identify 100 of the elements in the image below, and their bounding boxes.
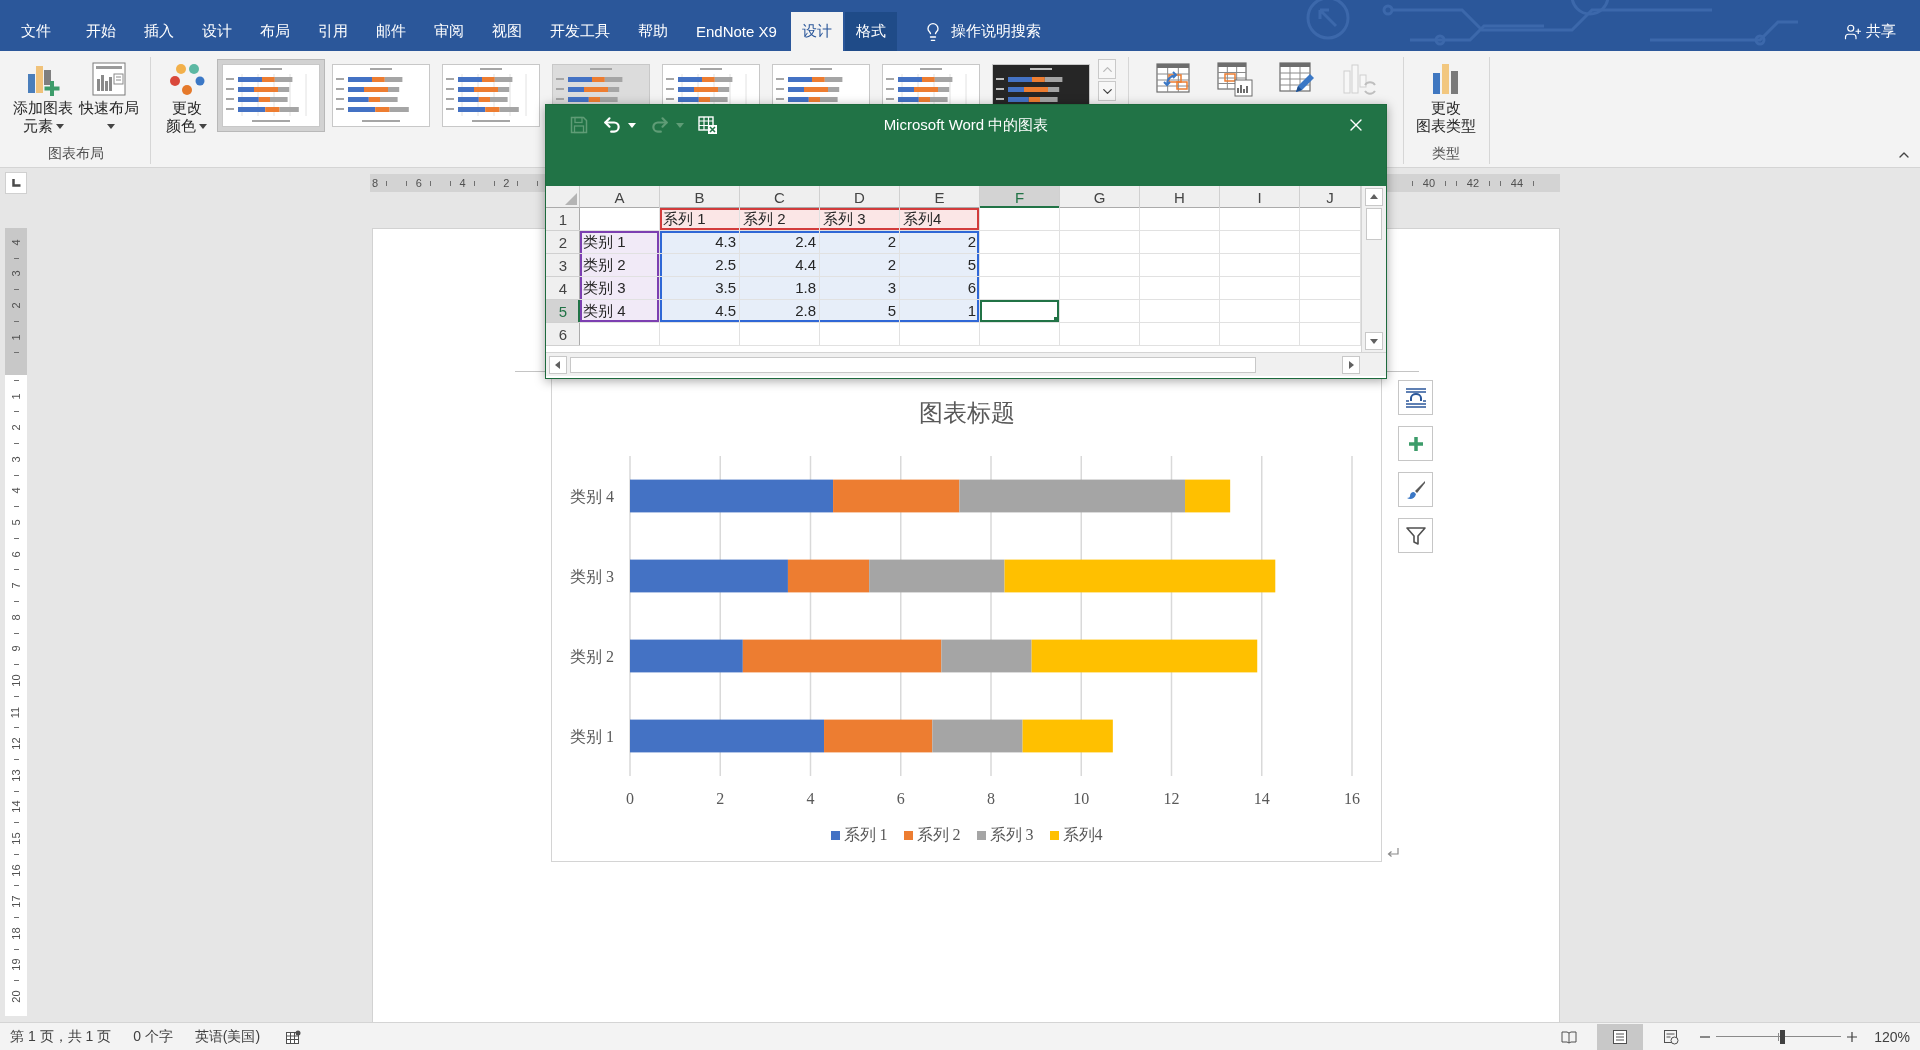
ribbon-tab[interactable]: 引用: [304, 12, 362, 51]
spreadsheet-cell[interactable]: 3: [820, 277, 900, 300]
row-header[interactable]: 3: [546, 254, 580, 277]
spreadsheet-cell[interactable]: 2.5: [660, 254, 740, 277]
scroll-right-button[interactable]: [1342, 355, 1360, 374]
spreadsheet-cell[interactable]: 系列 3: [820, 208, 900, 231]
spreadsheet-cell[interactable]: [1060, 231, 1140, 254]
spreadsheet-cell[interactable]: 5: [820, 300, 900, 323]
row-header[interactable]: 2: [546, 231, 580, 254]
undo-button[interactable]: [602, 115, 636, 135]
gallery-scroll-down-button[interactable]: [1098, 81, 1116, 101]
spreadsheet-cell[interactable]: [580, 208, 660, 231]
column-header[interactable]: D: [820, 186, 900, 208]
spreadsheet-cell[interactable]: [1140, 231, 1220, 254]
spreadsheet-cell[interactable]: [740, 323, 820, 346]
chart-styles-button[interactable]: [1398, 472, 1433, 507]
column-header[interactable]: J: [1300, 186, 1361, 208]
spreadsheet-cell[interactable]: [980, 231, 1060, 254]
spreadsheet-cell[interactable]: [980, 254, 1060, 277]
change-chart-type-button[interactable]: 更改 图表类型: [1413, 61, 1479, 135]
spreadsheet-cell[interactable]: 类别 1: [580, 231, 660, 254]
quick-layout-button[interactable]: 快速布局: [76, 61, 142, 135]
spreadsheet-cell[interactable]: [900, 323, 980, 346]
spreadsheet-cell[interactable]: 类别 4: [580, 300, 660, 323]
spreadsheet-cell[interactable]: [1220, 323, 1300, 346]
spreadsheet-cell[interactable]: 3.5: [660, 277, 740, 300]
spreadsheet-cell[interactable]: 4.3: [660, 231, 740, 254]
spreadsheet-cell[interactable]: [1060, 208, 1140, 231]
add-chart-element-button[interactable]: 添加图表 元素: [10, 61, 76, 135]
chart-elements-button[interactable]: [1398, 426, 1433, 461]
spreadsheet-cell[interactable]: [1300, 208, 1361, 231]
spreadsheet-cell[interactable]: [1220, 300, 1300, 323]
active-cell[interactable]: [980, 300, 1060, 323]
column-header[interactable]: E: [900, 186, 980, 208]
ribbon-tab[interactable]: 视图: [478, 12, 536, 51]
column-header[interactable]: I: [1220, 186, 1300, 208]
zoom-level[interactable]: 120%: [1874, 1028, 1910, 1045]
column-header[interactable]: A: [580, 186, 660, 208]
spreadsheet-cell[interactable]: 5: [900, 254, 980, 277]
ribbon-tab[interactable]: EndNote X9: [682, 12, 791, 51]
spreadsheet-cell[interactable]: 类别 3: [580, 277, 660, 300]
spreadsheet-cell[interactable]: 系列 2: [740, 208, 820, 231]
spreadsheet-cell[interactable]: 系列4: [900, 208, 980, 231]
spreadsheet-cell[interactable]: [1140, 208, 1220, 231]
spreadsheet-cell[interactable]: [1140, 300, 1220, 323]
spreadsheet-cell[interactable]: 1: [900, 300, 980, 323]
spreadsheet-cell[interactable]: [820, 323, 900, 346]
ribbon-tab[interactable]: 格式: [844, 12, 897, 51]
spreadsheet-cell[interactable]: 系列 1: [660, 208, 740, 231]
tell-me-search-button[interactable]: 操作说明搜索: [922, 12, 1041, 51]
column-header[interactable]: H: [1140, 186, 1220, 208]
vertical-scrollbar[interactable]: [1361, 186, 1386, 352]
spreadsheet-cell[interactable]: [1060, 254, 1140, 277]
spreadsheet-cell[interactable]: [1220, 277, 1300, 300]
spreadsheet-cell[interactable]: [660, 323, 740, 346]
column-header[interactable]: G: [1060, 186, 1140, 208]
spreadsheet-cell[interactable]: 1.8: [740, 277, 820, 300]
ribbon-tab[interactable]: 布局: [246, 12, 304, 51]
spreadsheet-cell[interactable]: [1300, 231, 1361, 254]
spreadsheet-cell[interactable]: 类别 2: [580, 254, 660, 277]
spreadsheet-cell[interactable]: [980, 208, 1060, 231]
ribbon-tab[interactable]: 邮件: [362, 12, 420, 51]
spreadsheet-cell[interactable]: [1060, 323, 1140, 346]
spreadsheet-cell[interactable]: [1140, 277, 1220, 300]
macro-button[interactable]: [286, 1029, 302, 1044]
scroll-up-button[interactable]: [1365, 188, 1383, 206]
spreadsheet-cell[interactable]: [580, 323, 660, 346]
spreadsheet-cell[interactable]: 2.8: [740, 300, 820, 323]
change-colors-button[interactable]: 更改 颜色: [163, 61, 210, 135]
spreadsheet-cell[interactable]: [1140, 254, 1220, 277]
spreadsheet-cell[interactable]: 6: [900, 277, 980, 300]
zoom-in-button[interactable]: [1846, 1030, 1859, 1043]
spreadsheet-cell[interactable]: [980, 323, 1060, 346]
spreadsheet-cell[interactable]: [1060, 277, 1140, 300]
scrollbar-thumb[interactable]: [1366, 208, 1382, 240]
spreadsheet-cell[interactable]: 2: [820, 231, 900, 254]
spreadsheet-cell[interactable]: [1300, 300, 1361, 323]
spreadsheet-cell[interactable]: [1220, 254, 1300, 277]
scroll-down-button[interactable]: [1365, 332, 1383, 350]
ribbon-tab[interactable]: 帮助: [624, 12, 682, 51]
row-header[interactable]: 6: [546, 323, 580, 346]
scrollbar-thumb[interactable]: [570, 356, 1256, 373]
row-header[interactable]: 4: [546, 277, 580, 300]
scroll-left-button[interactable]: [549, 355, 567, 374]
spreadsheet-cell[interactable]: 2: [820, 254, 900, 277]
spreadsheet-cell[interactable]: [1300, 277, 1361, 300]
print-view-button[interactable]: [1597, 1023, 1644, 1050]
chart-filters-button[interactable]: [1398, 518, 1433, 553]
edit-in-excel-button[interactable]: [698, 116, 718, 134]
row-header[interactable]: 5: [546, 300, 580, 323]
layout-options-button[interactable]: [1398, 380, 1433, 415]
horizontal-scrollbar[interactable]: [546, 352, 1386, 376]
ribbon-tab[interactable]: 开发工具: [536, 12, 624, 51]
spreadsheet-cell[interactable]: [1140, 323, 1220, 346]
spreadsheet-cell[interactable]: [980, 277, 1060, 300]
spreadsheet-cell[interactable]: [1060, 300, 1140, 323]
ribbon-tab[interactable]: 设计: [790, 12, 843, 51]
tab-stop-selector[interactable]: [5, 172, 27, 194]
column-header[interactable]: B: [660, 186, 740, 208]
share-button[interactable]: 共享: [1844, 12, 1896, 51]
